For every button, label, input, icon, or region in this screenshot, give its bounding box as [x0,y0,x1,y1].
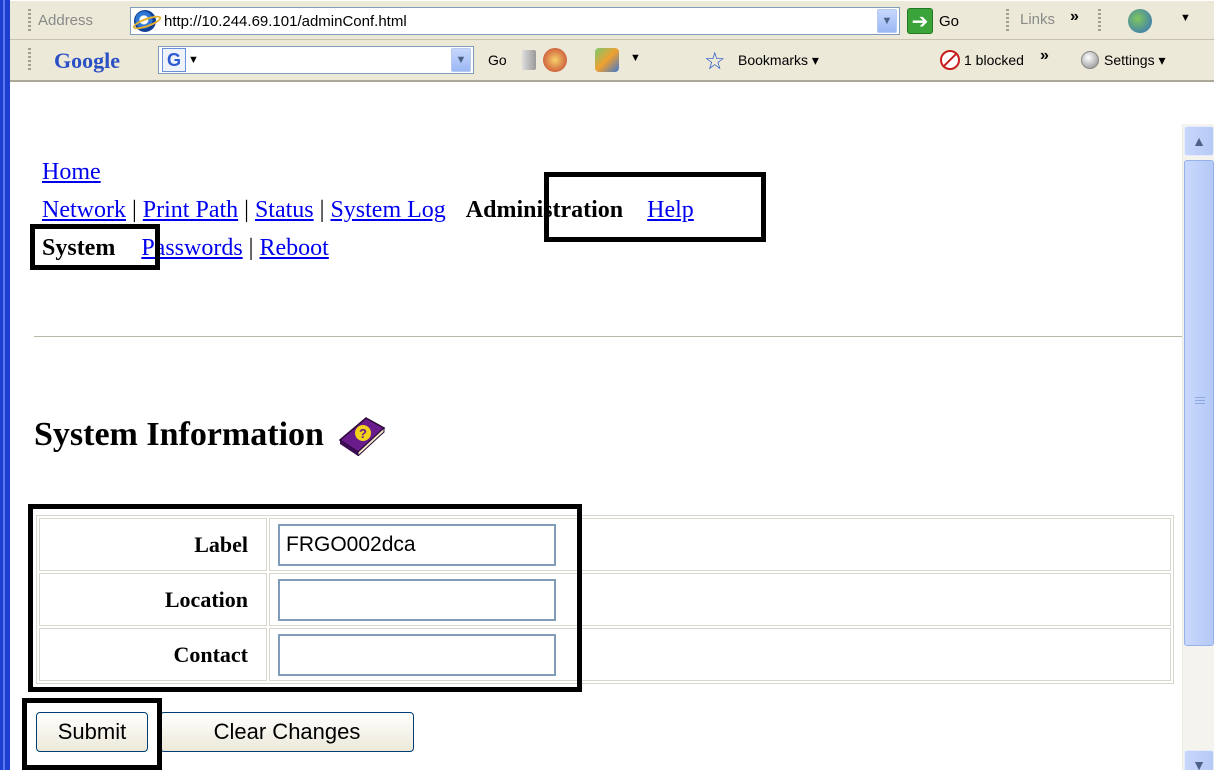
window-left-edge [0,0,10,770]
chevron-down-icon[interactable]: ▼ [630,52,641,64]
nav-arrows-icon[interactable] [522,50,536,70]
subnav-link-reboot[interactable]: Reboot [259,235,328,261]
nav-link-print-path[interactable]: Print Path [143,197,238,223]
scroll-up-arrow-icon[interactable]: ▲ [1184,126,1214,156]
bookmarks-button[interactable]: Bookmarks ▾ [738,52,819,69]
blocked-count[interactable]: 1 blocked [964,52,1024,68]
toolbar-grip[interactable] [1098,9,1101,33]
address-toolbar: Address http://10.244.69.101/adminConf.h… [10,0,1214,40]
clear-changes-button[interactable]: Clear Changes [160,712,414,752]
nav-link-status[interactable]: Status [255,197,314,223]
page-content: Home Network | Print Path | Status | Sys… [10,84,1182,770]
pagerank-icon[interactable] [595,48,619,72]
scrollbar-thumb[interactable] [1184,160,1214,646]
links-button[interactable]: Links [1020,11,1055,28]
toolbar-grip[interactable] [28,48,31,72]
google-search-box[interactable]: G ▼ ▼ [158,46,474,74]
google-dropdown-button[interactable]: ▼ [451,48,471,72]
nav-separator: | [131,197,137,223]
highlight-box-submit [22,698,162,770]
news-icon[interactable] [543,48,567,72]
bookmarks-star-icon[interactable]: ☆ [704,47,726,76]
svg-text:?: ? [359,426,367,441]
divider [34,336,1182,338]
toolbar-grip[interactable] [28,9,31,33]
chevron-down-icon[interactable]: ▼ [1180,12,1191,24]
go-button[interactable]: ➔ Go [907,8,959,34]
messenger-icon[interactable] [1128,9,1152,33]
address-bar[interactable]: http://10.244.69.101/adminConf.html ▼ [130,7,900,35]
toolbar-grip[interactable] [1006,9,1009,33]
settings-button[interactable]: Settings ▾ [1104,52,1166,69]
google-go-button[interactable]: Go [488,52,507,68]
address-url[interactable]: http://10.244.69.101/adminConf.html [164,13,877,30]
scroll-down-arrow-icon[interactable]: ▼ [1184,750,1214,770]
go-arrow-icon: ➔ [907,8,933,34]
page-title: System Information ? [34,414,388,458]
address-label: Address [38,12,94,29]
highlight-box-administration [544,172,766,242]
google-logo[interactable]: Google [54,48,120,74]
nav-link-network[interactable]: Network [42,197,126,223]
nav-link-home[interactable]: Home [42,159,101,185]
nav-separator: | [319,197,325,223]
popup-blocker-icon[interactable] [940,50,960,70]
chevron-down-icon[interactable]: ▼ [188,54,199,66]
go-label: Go [939,12,960,30]
settings-icon[interactable] [1081,51,1099,69]
google-toolbar: Google G ▼ ▼ Go ▼ ☆ Bookmarks ▾ 1 blocke… [10,40,1214,82]
google-g-icon[interactable]: G [162,48,186,72]
links-chevron-icon[interactable]: » [1070,8,1079,26]
highlight-box-system [30,224,160,270]
highlight-box-form-fields [28,504,582,692]
address-dropdown-button[interactable]: ▼ [877,9,897,33]
ie-page-icon [134,10,156,32]
nav-row-home: Home [42,157,101,187]
help-book-icon[interactable]: ? [336,414,388,458]
vertical-scrollbar[interactable]: ▲ ▼ [1182,124,1214,770]
nav-separator: | [248,235,254,261]
toolbar-more-chevron-icon[interactable]: » [1040,47,1049,65]
nav-separator: | [244,197,249,223]
nav-link-system-log[interactable]: System Log [330,197,445,223]
